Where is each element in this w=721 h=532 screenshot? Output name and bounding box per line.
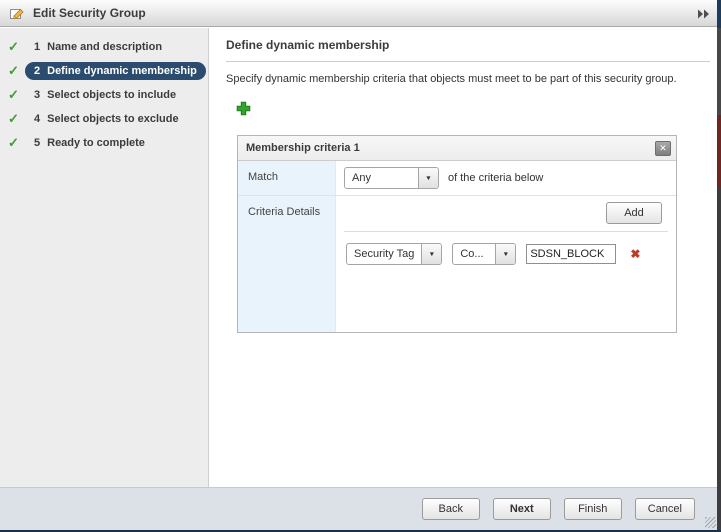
membership-criteria-panel: Membership criteria 1 ✕ Match Any ▼ of t… [237,135,677,333]
criteria-row: Security Tag ▼ Co... ▼ ✖ [346,243,668,265]
edit-icon [9,5,25,21]
next-button[interactable]: Next [492,498,551,520]
wizard-step-select-objects-to-exclude[interactable]: ✓ 4 Select objects to exclude [0,107,208,131]
panel-title: Membership criteria 1 [246,142,360,154]
step-title: Select objects to exclude [47,113,179,125]
wizard-step-select-objects-to-include[interactable]: ✓ 3 Select objects to include [0,83,208,107]
close-icon[interactable]: ✕ [655,140,671,156]
match-suffix-text: of the criteria below [448,172,544,184]
back-button[interactable]: Back [421,498,480,520]
page-background-edge [717,0,721,532]
match-any-dropdown-value: Any [352,172,371,184]
check-icon: ✓ [8,39,19,54]
cancel-button[interactable]: Cancel [634,498,695,520]
page-description: Specify dynamic membership criteria that… [226,73,677,85]
delete-criteria-icon[interactable]: ✖ [630,247,640,261]
wizard-footer: Back Next Finish Cancel [0,487,717,530]
double-chevron-right-icon[interactable] [697,9,710,19]
step-number: 3 [34,89,41,101]
chevron-down-icon: ▼ [495,244,516,264]
wizard-step-define-dynamic-membership[interactable]: ✓ 2 Define dynamic membership [0,59,208,83]
step-title: Define dynamic membership [47,65,197,77]
finish-button[interactable]: Finish [563,498,622,520]
match-any-dropdown[interactable]: Any ▼ [344,167,439,189]
step-title: Name and description [47,41,163,53]
criteria-list: Security Tag ▼ Co... ▼ ✖ [344,231,668,332]
add-criteria-detail-button[interactable]: Add [606,202,662,224]
match-label: Match [238,161,336,195]
criteria-details-label: Criteria Details [238,196,336,332]
wizard-steps-sidebar: ✓ 1 Name and description ✓ 2 Define dynami… [0,28,209,487]
step-number: 4 [34,113,41,125]
membership-criteria-panel-body: Match Any ▼ of the criteria below Criter… [238,161,676,332]
page-title: Define dynamic membership [226,38,710,62]
check-icon: ✓ [8,135,19,150]
wizard-step-name-and-description[interactable]: ✓ 1 Name and description [0,35,208,59]
criteria-operator-dropdown[interactable]: Co... ▼ [452,243,517,265]
wizard-step-ready-to-complete[interactable]: ✓ 5 Ready to complete [0,131,208,155]
step-number: 2 [34,65,41,77]
step-number: 1 [34,41,41,53]
criteria-details-row: Criteria Details Add Security Tag ▼ Co..… [238,196,676,332]
resize-grip[interactable] [705,517,716,528]
membership-criteria-panel-header: Membership criteria 1 ✕ [238,136,676,161]
chevron-down-icon: ▼ [418,168,438,188]
check-icon: ✓ [8,87,19,102]
step-title: Select objects to include [47,89,177,101]
check-icon: ✓ [8,63,19,78]
match-row: Match Any ▼ of the criteria below [238,161,676,196]
dialog-title: Edit Security Group [33,6,146,20]
edit-security-group-dialog: Edit Security Group ✓ 1 Name and descript… [0,0,721,532]
check-icon: ✓ [8,111,19,126]
criteria-operator-value: Co... [460,248,484,260]
chevron-down-icon: ▼ [421,244,442,264]
criteria-type-value: Security Tag [354,248,415,260]
wizard-content-pane: Define dynamic membership Specify dynami… [210,28,717,487]
add-membership-criteria-button[interactable] [236,101,251,116]
criteria-value-input[interactable] [526,244,617,264]
step-number: 5 [34,137,41,149]
criteria-type-dropdown[interactable]: Security Tag ▼ [346,243,443,265]
step-title: Ready to complete [47,137,145,149]
plus-icon [236,101,251,116]
dialog-titlebar: Edit Security Group [0,0,717,27]
